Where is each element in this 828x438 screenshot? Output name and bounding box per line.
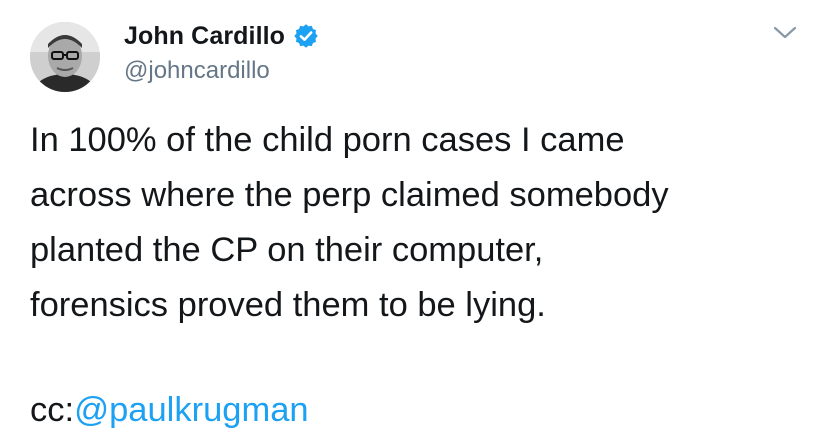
author-handle[interactable]: @johncardillo — [124, 57, 270, 85]
author-name-row[interactable]: John Cardillo — [124, 19, 319, 53]
tweet-card: John Cardillo @johncardillo In 100% of t… — [0, 0, 828, 438]
verified-badge-icon — [294, 24, 318, 48]
chevron-down-icon[interactable] — [772, 24, 798, 42]
cc-prefix: cc: — [30, 391, 75, 429]
mention-link[interactable]: @paulkrugman — [74, 391, 308, 429]
tweet-text: In 100% of the child porn cases I came a… — [30, 121, 669, 324]
avatar-photo — [30, 22, 100, 92]
cc-line: cc:@paulkrugman — [30, 383, 309, 438]
avatar[interactable] — [30, 22, 100, 92]
display-name[interactable]: John Cardillo — [124, 22, 285, 51]
